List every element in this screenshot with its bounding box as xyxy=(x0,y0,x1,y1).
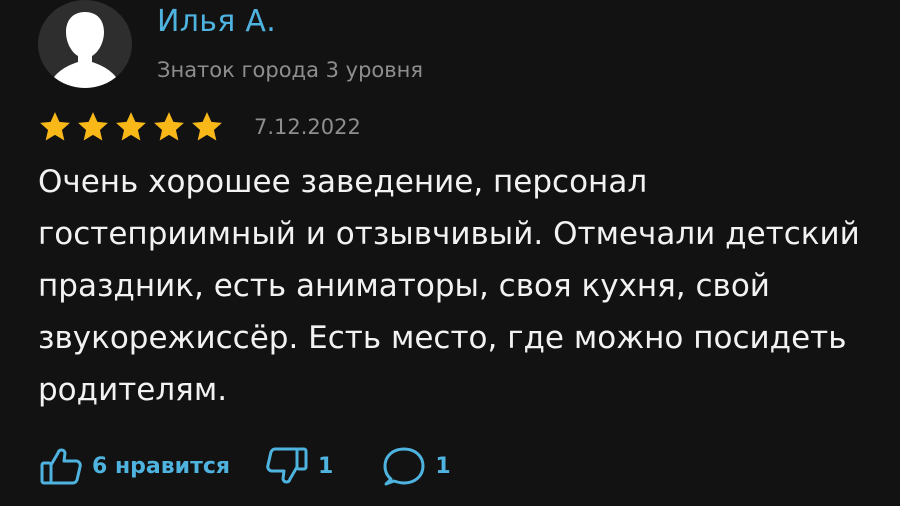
dislike-button[interactable]: 1 xyxy=(264,443,333,489)
rating-row: 7.12.2022 xyxy=(38,110,361,144)
author-name[interactable]: Илья А. xyxy=(157,4,276,39)
avatar[interactable] xyxy=(38,0,132,88)
star-icon xyxy=(192,112,222,141)
comment-icon xyxy=(383,447,425,486)
user-silhouette-icon xyxy=(48,12,122,88)
review-date: 7.12.2022 xyxy=(254,115,361,139)
review-actions: 6 нравится 1 1 xyxy=(38,440,451,492)
comment-button[interactable]: 1 xyxy=(381,443,451,489)
star-icon xyxy=(154,112,184,141)
star-icon xyxy=(78,112,108,141)
like-button[interactable]: 6 нравится xyxy=(38,443,230,489)
comment-count: 1 xyxy=(435,453,451,479)
author-level: Знаток города 3 уровня xyxy=(157,58,424,82)
star-icon xyxy=(40,112,70,141)
thumbs-up-icon xyxy=(40,448,82,485)
star-icon xyxy=(116,112,146,141)
review-text: Очень хорошее заведение, персонал гостеп… xyxy=(38,164,860,408)
dislike-count: 1 xyxy=(318,453,334,479)
star-rating xyxy=(38,110,224,144)
like-label: 6 нравится xyxy=(92,453,231,479)
thumbs-down-icon xyxy=(266,447,308,484)
